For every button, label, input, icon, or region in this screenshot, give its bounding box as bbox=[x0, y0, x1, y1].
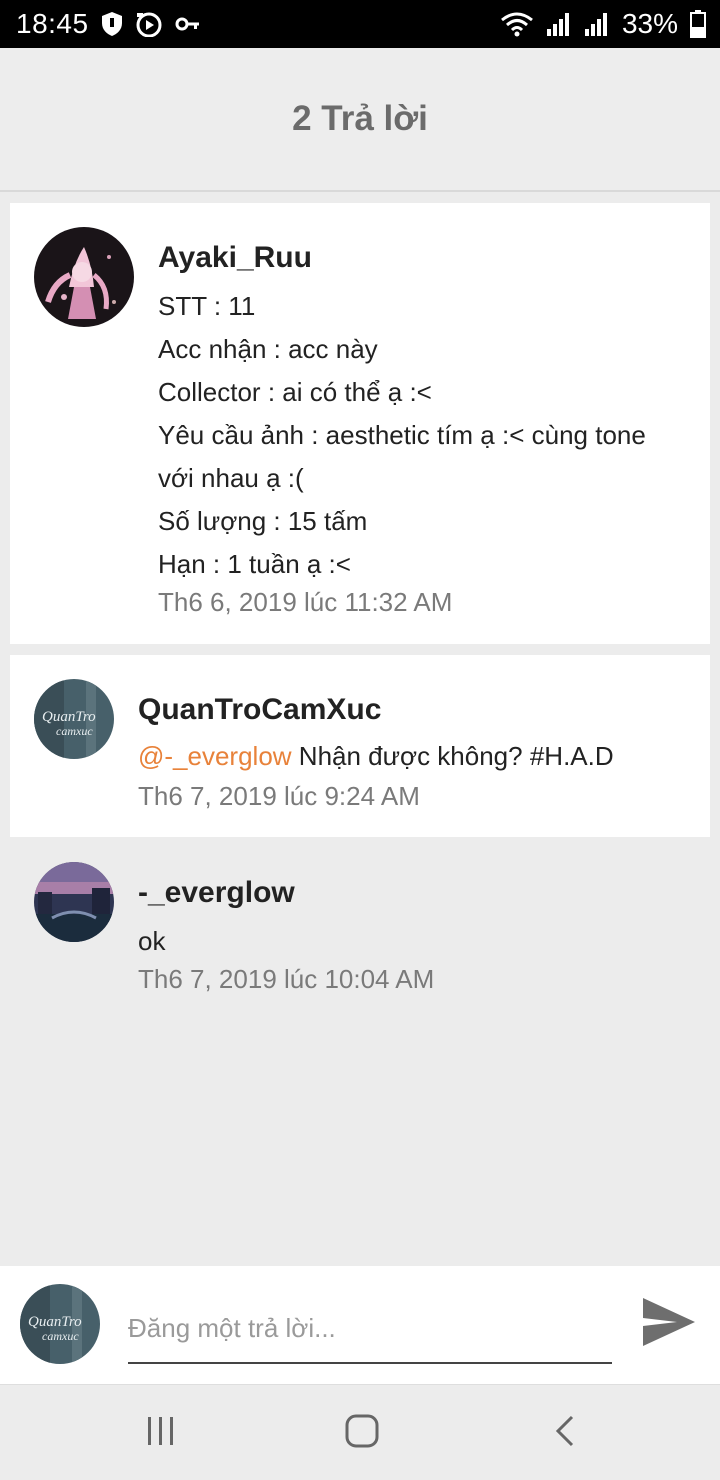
reply-text: @-_everglow Nhận được không? #H.A.D bbox=[138, 741, 614, 772]
svg-text:QuanTro: QuanTro bbox=[28, 1314, 82, 1330]
home-icon bbox=[345, 1414, 379, 1453]
key-icon bbox=[175, 14, 201, 34]
reply-timestamp: Th6 7, 2019 lúc 10:04 AM bbox=[138, 964, 435, 994]
reply-card: -_everglow ok Th6 7, 2019 lúc 10:04 AM bbox=[10, 838, 710, 1018]
mention-link[interactable]: @-_everglow bbox=[138, 741, 292, 771]
battery-percent: 33% bbox=[621, 8, 678, 39]
post-line: STT : 11 bbox=[158, 291, 256, 321]
signal-icon bbox=[584, 11, 610, 37]
post-line: Acc nhận : acc này bbox=[158, 334, 378, 364]
reply-card: QuanTro camxuc QuanTroCamXuc @-_everglow… bbox=[10, 655, 710, 837]
reply-author[interactable]: -_everglow bbox=[138, 876, 295, 910]
shield-icon bbox=[101, 11, 123, 37]
recent-apps-icon bbox=[145, 1415, 177, 1452]
back-icon bbox=[553, 1414, 577, 1453]
back-button[interactable] bbox=[540, 1413, 590, 1453]
reply-text: ok bbox=[138, 926, 166, 956]
media-icon bbox=[135, 11, 163, 37]
wifi-icon bbox=[500, 11, 534, 37]
reply-input[interactable] bbox=[128, 1302, 612, 1364]
avatar[interactable] bbox=[34, 862, 114, 942]
screen: 18:45 33% 2 Trả lời Ayaki_Ruu STT: 11 A… bbox=[0, 0, 720, 1480]
battery-icon bbox=[690, 10, 706, 38]
post-card: Ayaki_Ruu STT : 11 Acc nhận : acc này Co… bbox=[10, 203, 710, 644]
reply-text-body: Nhận được không? #H.A.D bbox=[291, 741, 614, 771]
post-timestamp: Th6 6, 2019 lúc 11:32 AM bbox=[158, 587, 453, 617]
header: 2 Trả lời bbox=[0, 48, 720, 192]
page-title: 2 Trả lời bbox=[292, 99, 428, 138]
reply-timestamp: Th6 7, 2019 lúc 9:24 AM bbox=[138, 781, 420, 811]
send-icon bbox=[641, 1296, 697, 1353]
svg-text:camxuc: camxuc bbox=[56, 724, 93, 738]
system-nav-bar bbox=[0, 1384, 720, 1480]
post-line: Collector : ai có thể ạ :< bbox=[158, 377, 432, 407]
post-line: với nhau ạ :( bbox=[158, 463, 304, 493]
home-button[interactable] bbox=[337, 1413, 387, 1453]
svg-text:camxuc: camxuc bbox=[42, 1329, 79, 1343]
recent-apps-button[interactable] bbox=[136, 1413, 186, 1453]
post-line: Hạn : 1 tuần ạ :< bbox=[158, 549, 351, 579]
status-bar: 18:45 33% bbox=[0, 0, 720, 48]
post-line: Số lượng : 15 tấm bbox=[158, 506, 368, 536]
avatar: QuanTro camxuc bbox=[20, 1284, 100, 1364]
signal-icon bbox=[546, 11, 572, 37]
reply-author[interactable]: QuanTroCamXuc bbox=[138, 693, 381, 727]
status-time: 18:45 bbox=[16, 8, 89, 39]
avatar[interactable]: QuanTro camxuc bbox=[34, 679, 114, 759]
post-author[interactable]: Ayaki_Ruu bbox=[158, 241, 312, 275]
reply-composer: QuanTro camxuc bbox=[0, 1266, 720, 1384]
post-line: Yêu cầu ảnh : aesthetic tím ạ :< cùng to… bbox=[158, 420, 646, 450]
svg-text:QuanTro: QuanTro bbox=[42, 709, 96, 725]
avatar[interactable] bbox=[34, 227, 134, 327]
send-button[interactable] bbox=[636, 1294, 702, 1354]
